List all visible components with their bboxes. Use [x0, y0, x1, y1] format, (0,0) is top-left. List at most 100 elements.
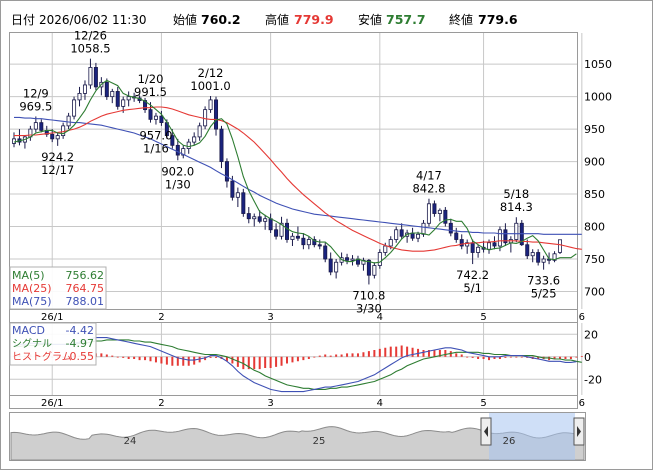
- histogram-bar: [575, 356, 578, 358]
- candle-body: [454, 232, 459, 240]
- annotation-date: 5/18: [503, 187, 529, 201]
- histogram-bar: [275, 356, 278, 367]
- candle-body: [235, 192, 240, 198]
- candle-body: [55, 135, 60, 140]
- legend-ma5-value: 756.62: [66, 269, 105, 282]
- candle-body: [33, 122, 38, 130]
- open-label: 始値: [173, 12, 197, 27]
- candle-body: [328, 258, 333, 273]
- candle-body: [437, 209, 442, 214]
- histogram-bar: [133, 356, 136, 359]
- histogram-bar: [395, 346, 398, 357]
- legend-ma25-label: MA(25): [12, 282, 52, 295]
- candle-body: [208, 99, 213, 111]
- price-legend: MA(5) 756.62 MA(25) 764.75 MA(75) 788.01: [9, 266, 107, 310]
- legend-histogram-value: 0.55: [70, 350, 95, 363]
- candle-body: [514, 222, 519, 240]
- navigator-right-handle[interactable]: [573, 417, 585, 446]
- candle-body: [421, 222, 426, 235]
- navigator-left-handle[interactable]: [480, 417, 492, 446]
- histogram-bar: [258, 356, 261, 370]
- legend-histogram-label: ヒストグラム: [12, 350, 72, 363]
- histogram-bar: [329, 355, 332, 357]
- price-y-tick-label: 900: [584, 156, 605, 169]
- annotation-high: 5/18814.3: [500, 187, 533, 214]
- candle-body: [241, 192, 246, 214]
- histogram-bar: [504, 356, 507, 358]
- histogram-bar: [471, 356, 474, 358]
- annotation-value: 991.5: [134, 85, 167, 99]
- candle-body: [263, 218, 268, 222]
- high-label: 高値: [265, 12, 289, 27]
- annotation-value: 957.0: [139, 129, 172, 143]
- candle-body: [536, 252, 541, 263]
- high-value: 779.9: [294, 12, 334, 27]
- histogram-bar: [444, 350, 447, 357]
- stock-chart: 日付 2026/06/02 11:30 始値 760.2 高値 779.9 安値…: [0, 0, 653, 470]
- annotation-date: 12/9: [23, 86, 49, 100]
- candle-body: [530, 252, 535, 257]
- candle-body: [448, 222, 453, 234]
- candle: [323, 242, 328, 263]
- candle-body: [497, 229, 502, 247]
- histogram-bar: [356, 353, 359, 357]
- candle-body: [11, 138, 16, 144]
- macd-x-tick-label: 5: [480, 398, 486, 409]
- candle-body: [345, 257, 350, 261]
- candle: [219, 125, 224, 169]
- candle-body: [159, 115, 164, 124]
- histogram-bar: [296, 356, 299, 362]
- macd-y-tick-label: 20: [584, 328, 598, 341]
- candle-body: [153, 115, 158, 120]
- candle-body: [388, 239, 393, 247]
- annotation-high: 12/261058.5: [70, 29, 110, 56]
- candle-body: [383, 245, 388, 253]
- candle: [241, 188, 246, 217]
- annotation-high: 12/9969.5: [19, 86, 52, 113]
- histogram-bar: [187, 356, 190, 366]
- histogram-bar: [307, 356, 310, 359]
- candle-body: [492, 242, 497, 247]
- candle-body: [268, 218, 273, 231]
- histogram-bar: [105, 354, 108, 357]
- candle: [377, 249, 382, 269]
- price-y-tick-label: 700: [584, 285, 605, 298]
- legend-signal-value: -4.97: [66, 337, 94, 350]
- macd-x-tick-label: 2: [158, 398, 164, 409]
- candle-body: [203, 109, 208, 127]
- candle-body: [274, 229, 279, 237]
- candle-body: [230, 180, 235, 198]
- annotation-date: 5/1: [463, 281, 482, 295]
- annotation-value: 733.6: [527, 274, 560, 288]
- datetime: 2026/06/02 11:30: [39, 13, 147, 27]
- histogram-bar: [411, 347, 414, 357]
- candle-body: [284, 222, 289, 240]
- close-label: 終値: [449, 12, 473, 27]
- histogram-bar: [335, 354, 338, 357]
- histogram-bar: [433, 350, 436, 357]
- annotation-low: 710.83/30: [352, 288, 385, 315]
- histogram-bar: [182, 356, 185, 366]
- histogram-bar: [149, 356, 152, 362]
- legend-ma25-value: 764.75: [66, 282, 105, 295]
- candle-body: [175, 144, 180, 156]
- candle-body: [104, 81, 109, 98]
- histogram-bar: [367, 351, 370, 357]
- annotation-value: 814.3: [500, 200, 533, 214]
- histogram-bar: [160, 356, 163, 364]
- price-y-tick-label: 1000: [584, 91, 612, 104]
- candle-body: [197, 125, 202, 138]
- candle-body: [443, 209, 448, 224]
- candle-body: [148, 109, 153, 120]
- histogram-bar: [351, 353, 354, 357]
- annotation-date: 1/30: [165, 177, 191, 191]
- price-y-tick-label: 950: [584, 123, 605, 136]
- histogram-bar: [400, 345, 403, 357]
- candle-body: [350, 258, 355, 261]
- histogram-bar: [280, 356, 283, 366]
- annotation-date: 4/17: [416, 169, 442, 183]
- histogram-bar: [253, 356, 256, 370]
- candle-body: [301, 237, 306, 246]
- annotation-high: 4/17842.8: [412, 169, 445, 196]
- candle-body: [317, 244, 322, 247]
